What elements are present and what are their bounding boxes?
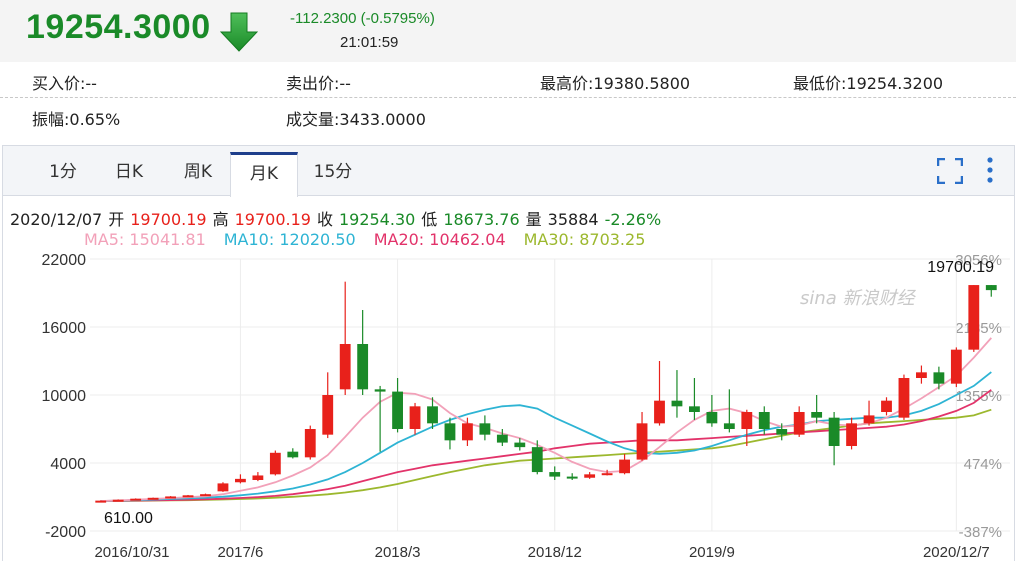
candle-body: [898, 378, 910, 418]
candle-body: [444, 423, 456, 441]
candle-body: [479, 423, 491, 435]
candle-body: [409, 406, 421, 429]
candle-body: [269, 452, 281, 475]
y-tick-label: 16000: [42, 320, 87, 337]
candle-body: [636, 423, 648, 460]
candle-body: [758, 412, 770, 429]
candle-body: [304, 429, 316, 458]
candle-body: [950, 349, 962, 384]
min-annotation: 610.00: [104, 510, 153, 527]
candle-body: [881, 400, 892, 412]
y-tick-label: 22000: [42, 252, 87, 269]
y-tick-label: 4000: [50, 456, 86, 473]
max-annotation: 19700.19: [927, 259, 994, 276]
candle-body: [392, 391, 403, 429]
candle-body: [514, 442, 526, 448]
ma10-line: [100, 371, 992, 502]
x-tick-label: 2018/3: [375, 544, 421, 561]
candle-body: [741, 412, 753, 429]
right-tick-label: -387%: [959, 524, 1002, 541]
candle-body: [357, 344, 369, 390]
candle-body: [706, 412, 718, 424]
candle-body: [549, 472, 561, 477]
candle-body: [374, 389, 386, 392]
candle-body: [462, 423, 473, 441]
candle-body: [130, 498, 142, 501]
candle-body: [496, 434, 508, 443]
ma5-line: [100, 337, 992, 502]
candle-body: [147, 497, 159, 500]
kline-chart: 220003056%160002185%100001355%4000474%-2…: [42, 252, 1010, 561]
candle-body: [654, 400, 665, 424]
candle-body: [235, 478, 246, 483]
candle-body: [252, 475, 264, 480]
x-tick-label: 2017/6: [217, 544, 263, 561]
x-tick-label: 2019/9: [689, 544, 735, 561]
candle-body: [217, 483, 229, 492]
candle-body: [723, 423, 735, 429]
candle-body: [182, 495, 194, 498]
sina-watermark: sina 新浪财经: [800, 288, 915, 309]
candle-body: [200, 494, 211, 497]
x-tick-label: 2018/12: [528, 544, 582, 561]
candle-body: [846, 423, 857, 446]
candle-body: [689, 406, 700, 412]
candle-body: [112, 499, 124, 502]
y-tick-label: 10000: [42, 388, 87, 405]
ma20-line: [100, 389, 992, 502]
candle-body: [793, 412, 805, 435]
candle-body: [339, 344, 351, 390]
candle-body: [531, 447, 543, 473]
candle-body: [933, 372, 945, 384]
candle-body: [619, 459, 630, 474]
candle-body: [287, 451, 299, 458]
candle-body: [601, 473, 613, 476]
candle-body: [427, 406, 438, 424]
y-tick-label: -2000: [45, 524, 86, 541]
x-tick-label: 2020/12/7: [923, 544, 990, 561]
candle-body: [916, 372, 927, 378]
ma30-line: [100, 408, 992, 502]
candle-body: [968, 285, 980, 350]
candle-body: [95, 500, 107, 503]
candle-body: [322, 395, 334, 435]
candle-body: [776, 429, 788, 435]
candle-body: [863, 415, 875, 424]
candle-body: [566, 476, 578, 479]
x-tick-label: 2016/10/31: [94, 544, 169, 561]
right-tick-label: 1355%: [955, 388, 1002, 405]
candle-body: [584, 474, 596, 478]
candle-body: [165, 496, 176, 499]
candle-body: [828, 417, 840, 446]
candle-body: [811, 412, 823, 418]
right-tick-label: 474%: [964, 456, 1002, 473]
candle-body: [671, 400, 683, 407]
candle-body: [985, 285, 997, 291]
